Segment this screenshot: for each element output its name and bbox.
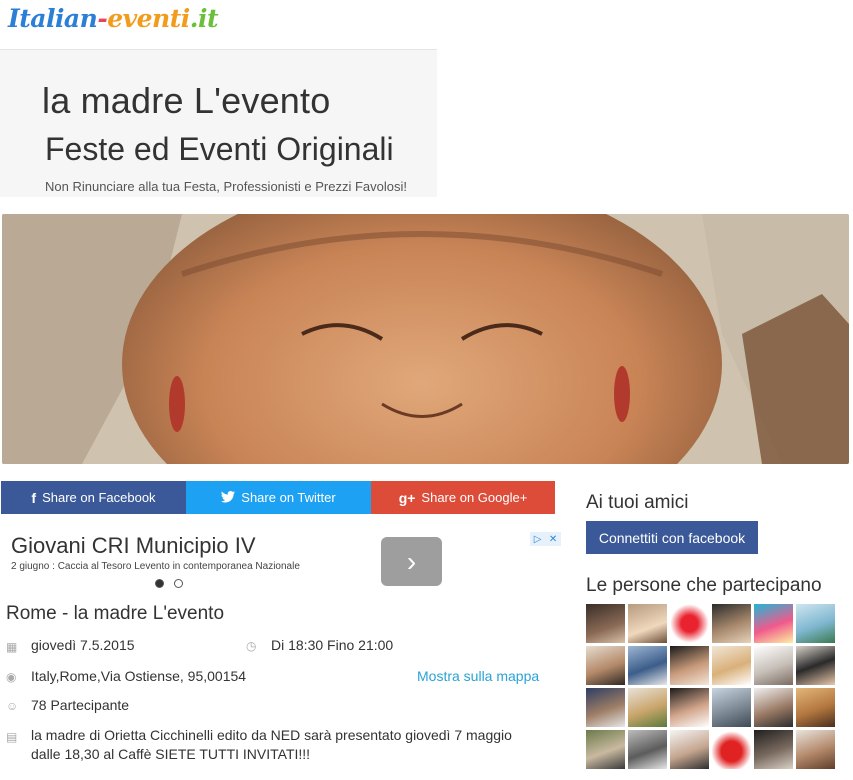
facebook-icon: f <box>31 489 37 506</box>
map-pin-icon: ◉ <box>6 670 17 684</box>
avatar[interactable] <box>754 604 793 643</box>
ad-subtitle: 2 giugno : Caccia al Tesoro Levento in c… <box>11 561 300 572</box>
share-google-button[interactable]: g+ Share on Google+ <box>371 481 555 514</box>
avatar[interactable] <box>586 688 625 727</box>
calendar-icon: ▦ <box>6 640 18 654</box>
share-twitter-button[interactable]: Share on Twitter <box>186 481 371 514</box>
avatar[interactable] <box>796 688 835 727</box>
carousel-dot[interactable] <box>174 579 183 588</box>
adchoices-badge[interactable]: ▷ ✕ <box>530 532 561 546</box>
event-description-line: dalle 18,30 al Caffè SIETE TUTTI INVITAT… <box>31 746 311 762</box>
avatar[interactable] <box>628 730 667 769</box>
description-icon: ▤ <box>6 730 18 744</box>
participants-grid <box>586 604 838 769</box>
chevron-right-icon: › <box>406 545 417 577</box>
event-banner-image <box>2 214 849 464</box>
people-icon: ☺ <box>6 699 19 713</box>
avatar[interactable] <box>670 604 709 643</box>
logo-part: .it <box>189 4 219 33</box>
avatar[interactable] <box>796 604 835 643</box>
avatar[interactable] <box>628 688 667 727</box>
avatar[interactable] <box>628 604 667 643</box>
logo-part: Italian <box>8 4 98 33</box>
event-time: Di 18:30 Fino 21:00 <box>271 637 394 653</box>
participants-heading: Le persone che partecipano <box>586 575 822 596</box>
show-map-link[interactable]: Mostra sulla mappa <box>417 668 539 684</box>
site-logo[interactable]: Italian-eventi.it <box>8 4 219 33</box>
avatar[interactable] <box>586 604 625 643</box>
ad-next-button[interactable]: › <box>381 537 442 586</box>
avatar[interactable] <box>796 730 835 769</box>
clock-icon: ◷ <box>246 639 257 653</box>
tagline: Non Rinunciare alla tua Festa, Professio… <box>45 179 407 194</box>
ad-title[interactable]: Giovani CRI Municipio IV <box>11 533 256 559</box>
google-plus-icon: g+ <box>398 489 416 506</box>
avatar[interactable] <box>586 646 625 685</box>
logo-part: eventi <box>107 4 190 33</box>
site-subtitle: Feste ed Eventi Originali <box>45 131 394 167</box>
avatar[interactable] <box>796 646 835 685</box>
avatar[interactable] <box>754 730 793 769</box>
avatar[interactable] <box>712 688 751 727</box>
avatar[interactable] <box>628 646 667 685</box>
avatar[interactable] <box>712 646 751 685</box>
avatar[interactable] <box>754 688 793 727</box>
facebook-connect-button[interactable]: Connettiti con facebook <box>586 521 758 554</box>
ad-banner[interactable]: Giovani CRI Municipio IV 2 giugno : Cacc… <box>0 527 565 599</box>
avatar[interactable] <box>670 730 709 769</box>
carousel-dot[interactable] <box>155 579 164 588</box>
avatar[interactable] <box>754 646 793 685</box>
adchoices-icon: ▷ <box>533 533 542 545</box>
share-twitter-label: Share on Twitter <box>241 490 336 505</box>
close-icon[interactable]: ✕ <box>549 534 557 545</box>
event-description-line: la madre di Orietta Cicchinelli edito da… <box>31 727 512 743</box>
event-heading: Rome - la madre L'evento <box>6 603 225 624</box>
event-participants: 78 Partecipante <box>31 697 130 713</box>
event-date: giovedì 7.5.2015 <box>31 637 135 653</box>
avatar[interactable] <box>670 646 709 685</box>
share-facebook-label: Share on Facebook <box>42 490 156 505</box>
share-google-label: Share on Google+ <box>421 490 528 505</box>
share-facebook-button[interactable]: f Share on Facebook <box>1 481 186 514</box>
friends-heading: Ai tuoi amici <box>586 492 689 513</box>
event-title: la madre L'evento <box>42 80 331 121</box>
logo-part: - <box>97 4 108 33</box>
avatar[interactable] <box>712 604 751 643</box>
header-block <box>0 49 437 197</box>
avatar[interactable] <box>586 730 625 769</box>
avatar[interactable] <box>712 730 751 769</box>
twitter-icon <box>221 490 236 506</box>
event-address: Italy,Rome,Via Ostiense, 95,00154 <box>31 668 247 684</box>
avatar[interactable] <box>670 688 709 727</box>
